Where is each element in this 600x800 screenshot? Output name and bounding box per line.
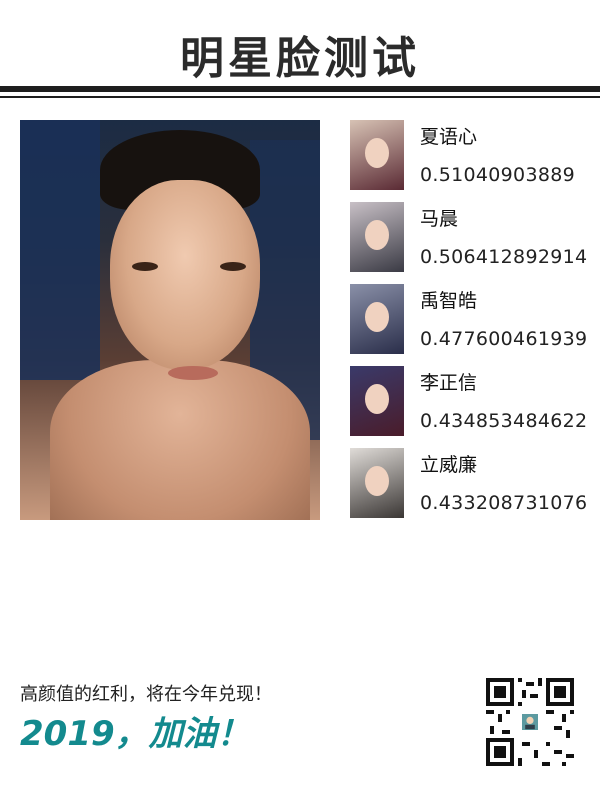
celebrity-name: 禹智皓 [420,290,478,312]
similarity-score: 0.433208731076 [420,492,588,514]
celebrity-name: 李正信 [420,372,478,394]
celebrity-photo [350,366,404,436]
slogan-text: 高颜值的红利，将在今年兑现！ [20,684,272,705]
user-photo [20,120,320,520]
header-divider-thick [0,86,600,92]
celebrity-photo [350,448,404,518]
celebrity-name: 马晨 [420,208,459,230]
match-item[interactable]: 夏语心 0.51040903889 [350,120,590,190]
celebrity-name: 夏语心 [420,126,478,148]
match-item[interactable]: 李正信 0.434853484622 [350,366,590,436]
similarity-score: 0.477600461939 [420,328,588,350]
celebrity-name: 立威廉 [420,454,478,476]
match-item[interactable]: 立威廉 0.433208731076 [350,448,590,518]
match-item[interactable]: 马晨 0.506412892914 [350,202,590,272]
match-item[interactable]: 禹智皓 0.477600461939 [350,284,590,354]
celebrity-photo [350,284,404,354]
similarity-score: 0.506412892914 [420,246,588,268]
celebrity-photo [350,202,404,272]
page-title: 明星脸测试 [180,33,420,84]
cheer-text: 2019，加油！ [20,714,251,754]
celebrity-photo [350,120,404,190]
similarity-score: 0.434853484622 [420,410,588,432]
qr-code-icon[interactable] [486,678,574,766]
similarity-score: 0.51040903889 [420,164,575,186]
header-divider-thin [0,96,600,98]
